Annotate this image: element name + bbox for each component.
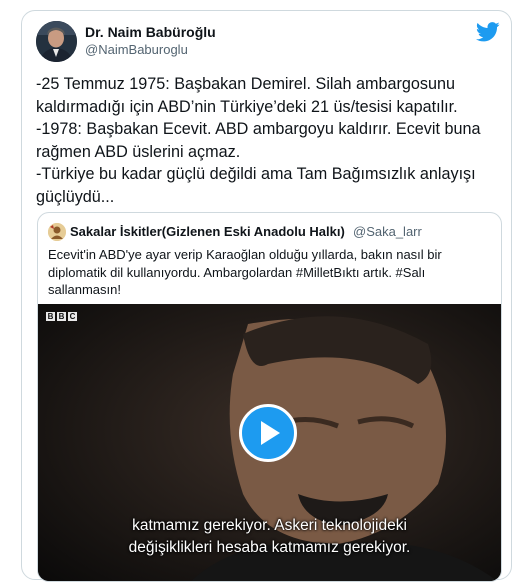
video-player[interactable]: B B C katmamız gerekiyor. Askeri teknolo… — [38, 304, 501, 581]
quoted-text: Ecevit'in ABD'ye ayar verip Karaoğlan ol… — [48, 246, 488, 299]
tweet-line: kaldırmadığı için ABD’nin Türkiye’deki 2… — [36, 97, 458, 116]
tweet-line: -1978: Başbakan Ecevit. ABD ambargoyu ka… — [36, 120, 481, 139]
quoted-line: Ecevit'in ABD'ye ayar verip Karaoğlan ol… — [48, 247, 442, 262]
bbc-logo-letter: B — [46, 312, 55, 321]
bbc-logo: B B C — [46, 312, 77, 321]
quoted-author-avatar[interactable] — [48, 223, 66, 241]
quoted-author-name[interactable]: Sakalar İskitler(Gizlenen Eski Anadolu H… — [70, 224, 345, 239]
tweet-card[interactable]: Dr. Naim Babüroğlu @NaimBaburoglu -25 Te… — [21, 10, 512, 582]
quoted-author-handle[interactable]: @Saka_larr — [353, 224, 422, 239]
author-name[interactable]: Dr. Naim Babüroğlu — [85, 24, 216, 40]
tweet-line: güçlüydü... — [36, 187, 115, 206]
tweet-line: -25 Temmuz 1975: Başbakan Demirel. Silah… — [36, 75, 456, 93]
quoted-line: sallanmasın! — [48, 282, 121, 298]
video-subtitle-line: değişiklikleri hesaba katmamız gerekiyor… — [128, 539, 411, 556]
bbc-logo-letter: C — [68, 312, 77, 321]
play-icon — [261, 421, 280, 445]
quoted-line: diplomatik dil kullanıyordu. Ambargolard… — [48, 264, 426, 280]
tweet-line: -Türkiye bu kadar güçlü değildi ama Tam … — [36, 165, 476, 184]
author-avatar[interactable] — [36, 21, 77, 62]
play-button[interactable] — [239, 404, 297, 462]
tweet-line: rağmen ABD üslerini açmaz. — [36, 142, 241, 161]
twitter-bird-icon[interactable] — [475, 22, 500, 42]
author-handle[interactable]: @NaimBaburoglu — [85, 42, 188, 57]
tweet-text: -25 Temmuz 1975: Başbakan Demirel. Silah… — [36, 73, 504, 209]
quoted-tweet[interactable]: Sakalar İskitler(Gizlenen Eski Anadolu H… — [37, 212, 502, 582]
video-subtitle-line: katmamız gerekiyor. Askeri teknolojideki — [132, 517, 407, 534]
bbc-logo-letter: B — [57, 312, 66, 321]
